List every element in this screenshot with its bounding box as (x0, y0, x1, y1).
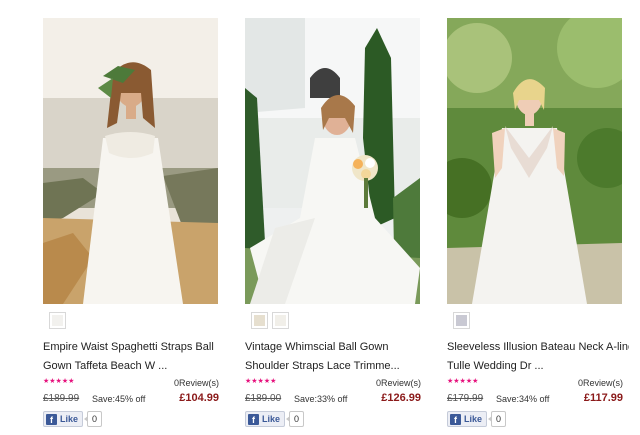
color-swatch[interactable] (453, 312, 470, 329)
review-count[interactable]: 0Review(s) (174, 378, 219, 388)
review-count[interactable]: 0Review(s) (578, 378, 623, 388)
product-image[interactable] (43, 18, 218, 304)
facebook-icon: f (450, 413, 461, 425)
swatch-color (456, 315, 467, 326)
sale-price: £104.99 (179, 392, 219, 404)
original-price: £189.99 (43, 393, 80, 404)
facebook-like-widget: f Like 0 (245, 411, 305, 427)
facebook-like-widget: f Like 0 (43, 411, 103, 427)
product-grid: Empire Waist Spaghetti Straps Ball Gown … (0, 0, 640, 435)
product-name[interactable]: Sleeveless Illusion Bateau Neck A-line T… (447, 338, 629, 376)
color-swatch[interactable] (272, 312, 289, 329)
product-image[interactable] (447, 18, 622, 304)
facebook-like-button[interactable]: f Like (245, 411, 286, 427)
bride-forest-photo (447, 18, 622, 304)
facebook-like-button[interactable]: f Like (43, 411, 84, 427)
rating-stars: ★★★★★ (447, 378, 479, 385)
like-label: Like (464, 414, 483, 424)
product-name[interactable]: Vintage Whimscial Ball Gown Shoulder Str… (245, 338, 427, 376)
like-label: Like (262, 414, 281, 424)
discount-text: Save:45% off (92, 394, 146, 404)
sale-price: £117.99 (583, 392, 623, 404)
like-label: Like (60, 414, 79, 424)
like-count: 0 (286, 411, 305, 427)
review-count[interactable]: 0Review(s) (376, 378, 421, 388)
product-name[interactable]: Empire Waist Spaghetti Straps Ball Gown … (43, 338, 225, 376)
product-card: Vintage Whimscial Ball Gown Shoulder Str… (245, 18, 421, 427)
like-count: 0 (84, 411, 103, 427)
like-count: 0 (488, 411, 507, 427)
color-swatch[interactable] (251, 312, 268, 329)
sale-price: £126.99 (381, 392, 421, 404)
color-swatch[interactable] (49, 312, 66, 329)
bride-beach-photo (43, 18, 218, 304)
rating-stars: ★★★★★ (43, 378, 75, 385)
facebook-like-widget: f Like 0 (447, 411, 507, 427)
discount-text: Save:33% off (294, 394, 348, 404)
swatch-color (275, 315, 286, 326)
original-price: £179.99 (447, 393, 484, 404)
bride-garden-photo (245, 18, 420, 304)
product-image[interactable] (245, 18, 420, 304)
facebook-like-button[interactable]: f Like (447, 411, 488, 427)
discount-text: Save:34% off (496, 394, 550, 404)
facebook-icon: f (46, 413, 57, 425)
swatch-color (52, 315, 63, 326)
original-price: £189.00 (245, 393, 282, 404)
product-card: Sleeveless Illusion Bateau Neck A-line T… (447, 18, 629, 427)
product-card: Empire Waist Spaghetti Straps Ball Gown … (43, 18, 219, 427)
swatch-color (254, 315, 265, 326)
facebook-icon: f (248, 413, 259, 425)
rating-stars: ★★★★★ (245, 378, 277, 385)
